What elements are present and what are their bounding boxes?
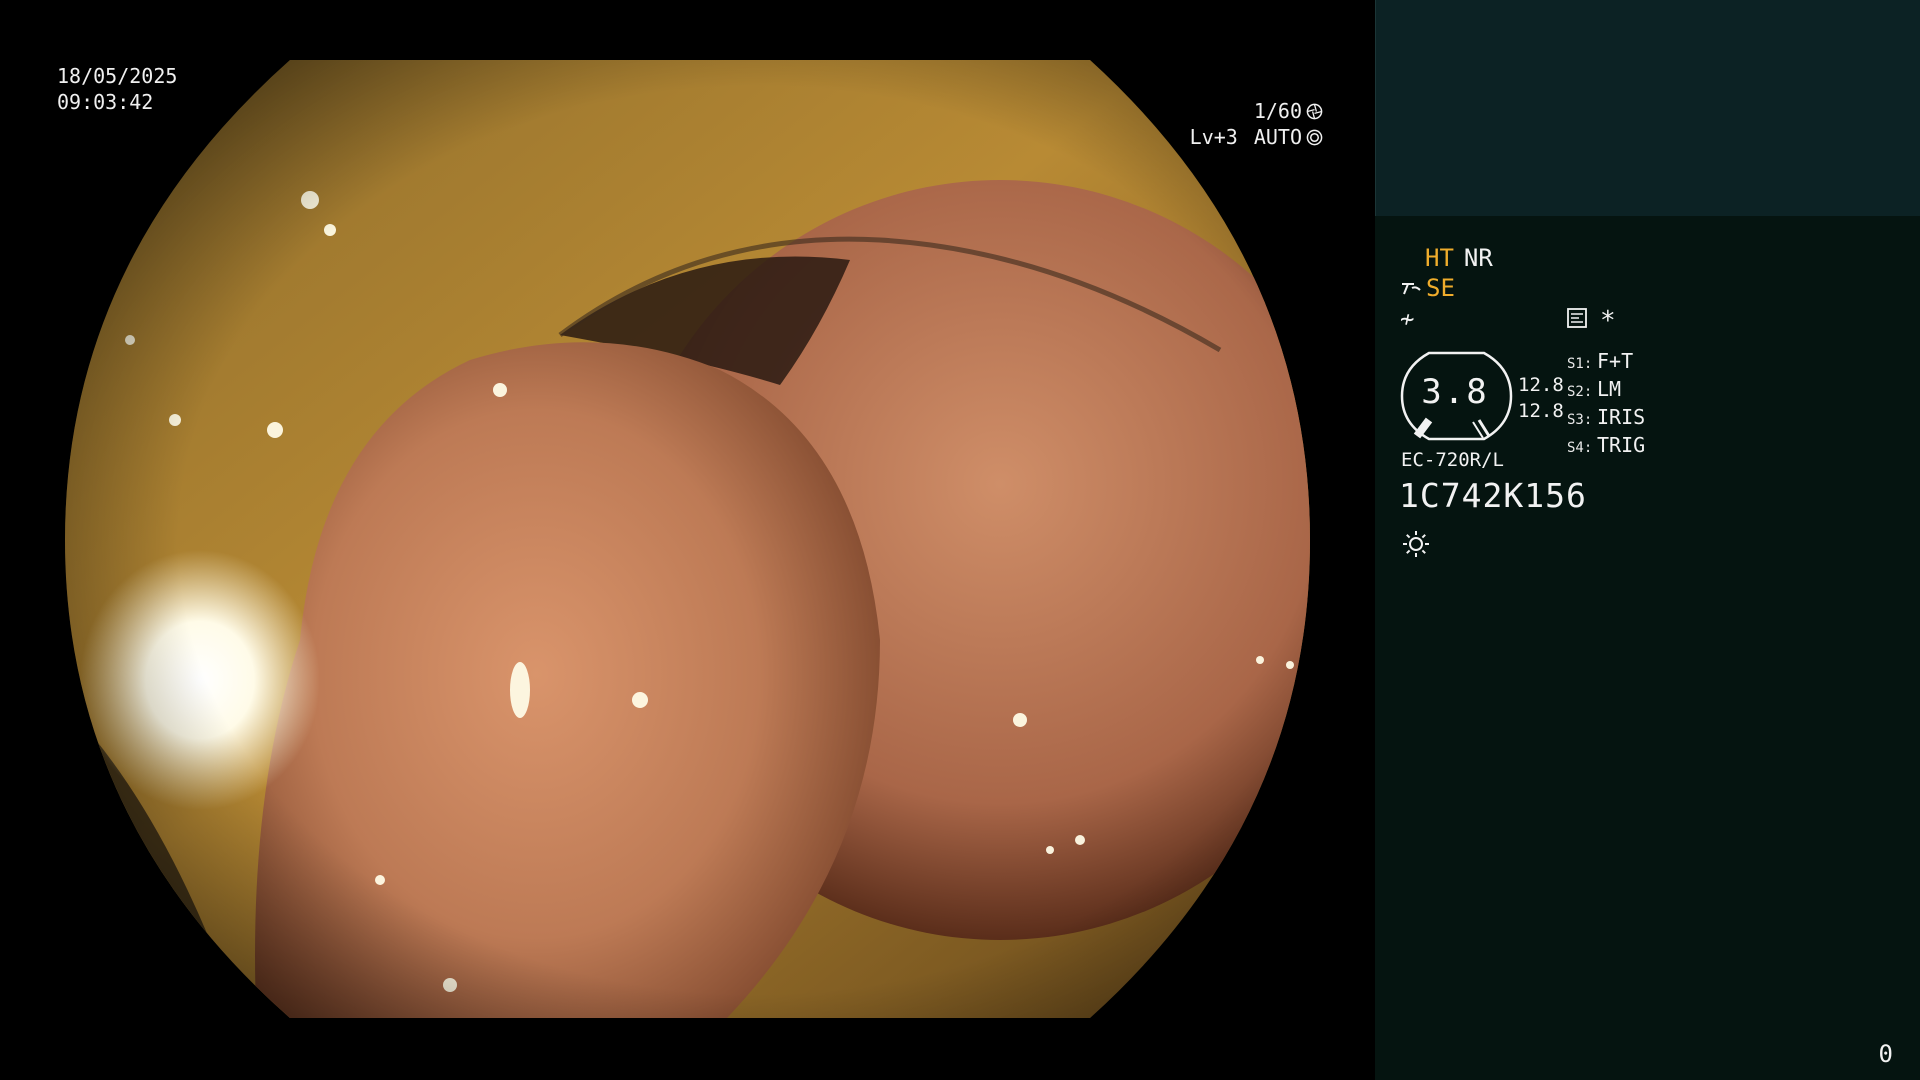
number-bottom: 12.8: [1518, 400, 1564, 422]
mode-se: SE: [1426, 274, 1455, 302]
light-source-icon: [1403, 531, 1429, 557]
mode-nr: NR: [1463, 244, 1493, 272]
gauge-numbers: 12.8 12.8: [1518, 372, 1564, 424]
scope-serial: 1C742K156: [1399, 476, 1587, 515]
date-text: 18/05/2025: [57, 64, 178, 88]
mode-ht: HT: [1425, 244, 1454, 272]
memory-card-icon: [1567, 308, 1587, 328]
level-text: Lv+3: [1189, 125, 1238, 149]
time-text: 09:03:42: [57, 90, 154, 114]
switch-row: S4: TRIG: [1567, 433, 1646, 457]
gauge-value: 3.8: [1421, 372, 1489, 412]
shutter-text: 1/60: [1253, 99, 1302, 123]
scope-model: EC-720R/L: [1401, 449, 1504, 471]
info-panel: HT NR SE ≁ * 3.8 12.8 12.8 S1: F+T S2: LM S…: [1375, 0, 1920, 1080]
enhancement-icon: [1402, 283, 1421, 295]
switch-row: S3: IRIS: [1567, 405, 1646, 429]
panel-header-area: [1375, 0, 1920, 216]
switch-row: S2: LM: [1567, 377, 1622, 401]
number-top: 12.8: [1518, 374, 1564, 396]
auto-exposure-icon: [1306, 129, 1323, 145]
endoscope-video-view: 18/05/2025 09:03:42 1/60 Lv+3 AUTO: [0, 0, 1375, 1080]
exposure-mode-text: AUTO: [1253, 125, 1302, 149]
switch-assignments: S1: F+T S2: LM S3: IRIS S4: TRIG: [1567, 349, 1645, 461]
mode-row-ht-nr: HT NR: [1425, 244, 1493, 272]
mode-symbol: ≁: [1400, 305, 1415, 333]
endoscope-image: [65, 60, 1310, 1018]
image-counter: 0: [1878, 1040, 1893, 1068]
aperture-icon: [1306, 103, 1323, 119]
star-marker: *: [1600, 306, 1616, 336]
mode-row-se: SE: [1400, 274, 1455, 302]
exposure-overlay: 1/60 Lv+3 AUTO: [1190, 98, 1323, 150]
datetime-overlay: 18/05/2025 09:03:42: [57, 63, 177, 115]
switch-row: S1: F+T: [1567, 349, 1634, 373]
